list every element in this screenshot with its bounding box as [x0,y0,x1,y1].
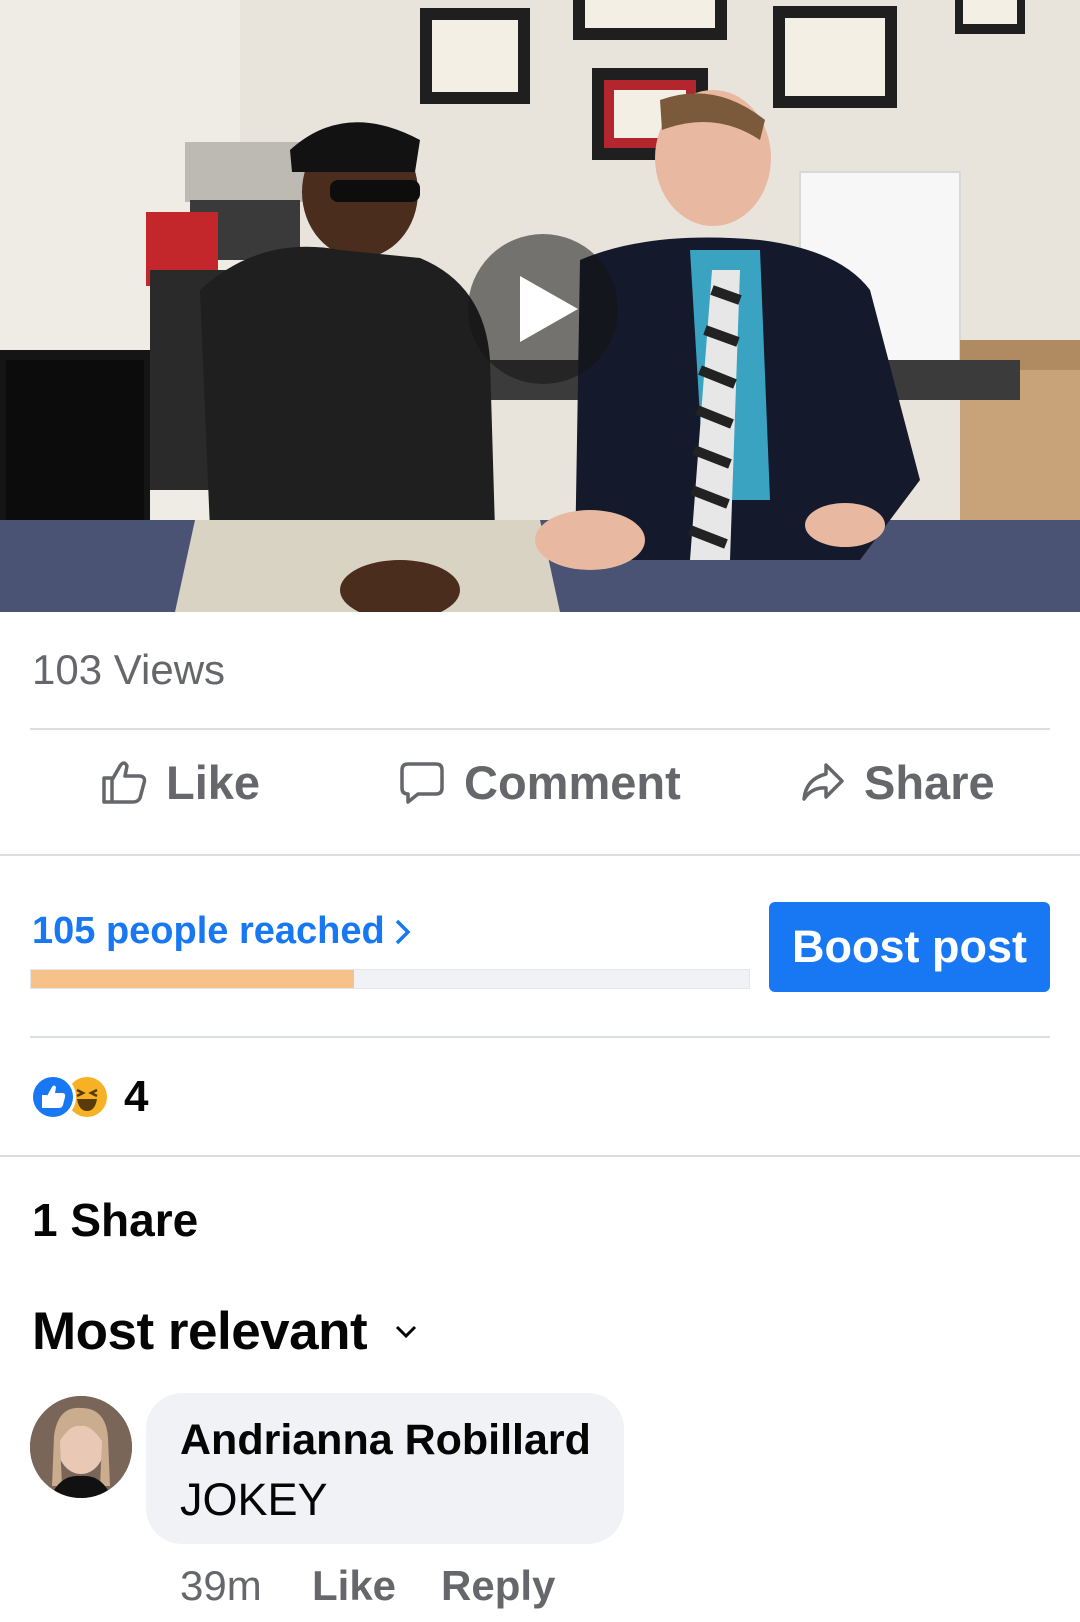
play-icon [520,276,578,342]
share-count-link[interactable]: 1 Share [32,1193,198,1247]
video-thumbnail[interactable] [0,0,1080,612]
share-arrow-icon [802,763,844,801]
divider [30,1036,1050,1038]
reaction-count: 4 [124,1072,149,1121]
people-reached-label: 105 people reached [32,910,385,952]
divider [0,854,1080,856]
comment-author[interactable]: Andrianna Robillard [180,1416,591,1465]
share-button[interactable]: Share [800,752,995,812]
reach-progress-fill [31,970,355,988]
divider [30,728,1050,730]
comment-button[interactable]: Comment [398,752,681,812]
share-label: Share [864,755,995,809]
like-reaction-icon [30,1074,76,1120]
reaction-summary[interactable]: 4 [30,1072,148,1122]
boost-post-button[interactable]: Boost post [769,902,1050,992]
reach-progress-bar [30,969,750,989]
divider [0,1155,1080,1157]
comment-label: Comment [464,755,681,809]
like-label: Like [166,755,261,809]
comment-like-button[interactable]: Like [312,1562,396,1610]
avatar[interactable] [30,1396,132,1498]
chevron-right-icon [395,919,411,944]
view-count: 103 Views [32,646,226,693]
comment-reply-button[interactable]: Reply [441,1562,555,1610]
play-button[interactable] [468,234,618,384]
comment-text: JOKEY [180,1474,328,1525]
comment-sort-label: Most relevant [32,1302,368,1361]
comment-timestamp: 39m [180,1562,262,1609]
thumbs-up-icon [102,761,147,804]
comment-sort-dropdown[interactable]: Most relevant [32,1301,419,1362]
chevron-down-icon [396,1325,417,1338]
people-reached-link[interactable]: 105 people reached [32,910,413,953]
comment-bubble-icon [400,762,444,804]
like-button[interactable]: Like [100,752,260,812]
